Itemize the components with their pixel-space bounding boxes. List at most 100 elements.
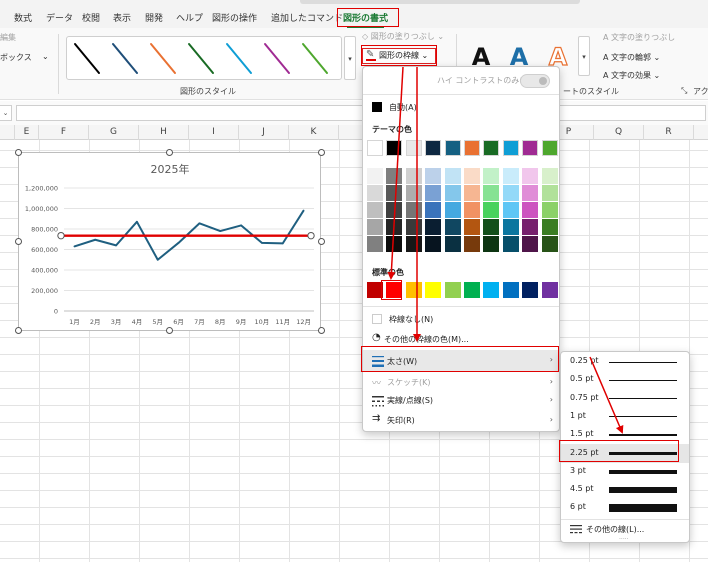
- style-preset-line[interactable]: [74, 43, 100, 74]
- theme-color-swatch[interactable]: [483, 168, 500, 184]
- theme-color-swatch[interactable]: [425, 185, 442, 201]
- text-fill-button[interactable]: A 文字の塗りつぶし: [603, 32, 675, 43]
- theme-color-swatch[interactable]: [425, 202, 442, 218]
- theme-color-swatch[interactable]: [502, 219, 519, 235]
- theme-color-swatch[interactable]: [502, 168, 519, 184]
- theme-color-swatch[interactable]: [483, 185, 500, 201]
- column-header-j[interactable]: J: [239, 125, 289, 140]
- line-endpoint-handle[interactable]: [307, 231, 315, 240]
- standard-color-swatch[interactable]: [425, 282, 442, 298]
- theme-color-swatch[interactable]: [444, 219, 461, 235]
- theme-color-swatch[interactable]: [405, 202, 422, 218]
- weight-option[interactable]: 0.5 pt: [561, 370, 689, 389]
- theme-color-swatch[interactable]: [464, 202, 480, 218]
- resize-handle[interactable]: [166, 327, 173, 334]
- tab-review[interactable]: 校閲: [82, 11, 100, 27]
- theme-color-swatch[interactable]: [522, 202, 539, 218]
- gallery-more-button[interactable]: ▾: [344, 36, 356, 80]
- theme-color-swatch[interactable]: [483, 236, 500, 252]
- theme-color-swatch[interactable]: [386, 185, 403, 201]
- theme-color-swatch[interactable]: [386, 202, 403, 218]
- dialog-launcher-icon[interactable]: ⤡: [681, 86, 687, 96]
- textbox-label[interactable]: ボックス: [0, 52, 32, 63]
- tab-data[interactable]: データ: [46, 11, 73, 27]
- theme-color-swatch[interactable]: [367, 202, 383, 218]
- resize-handle[interactable]: [318, 149, 325, 156]
- weight-option[interactable]: 1 pt: [561, 407, 689, 426]
- column-header-e[interactable]: E: [14, 125, 39, 140]
- theme-color-swatch[interactable]: [541, 140, 558, 156]
- theme-color-swatch[interactable]: [502, 202, 519, 218]
- tab-help[interactable]: ヘルプ: [176, 11, 203, 27]
- text-effect-button[interactable]: A 文字の効果 ⌄: [603, 70, 660, 81]
- tab-view[interactable]: 表示: [113, 11, 131, 27]
- theme-color-swatch[interactable]: [483, 202, 500, 218]
- resize-handle[interactable]: [15, 149, 22, 156]
- theme-color-swatch[interactable]: [405, 168, 422, 184]
- style-preset-line[interactable]: [112, 43, 138, 74]
- style-line-presets[interactable]: [67, 37, 343, 81]
- standard-color-swatch[interactable]: [541, 282, 558, 298]
- theme-color-swatch[interactable]: [444, 236, 461, 252]
- theme-color-swatch[interactable]: [464, 140, 480, 156]
- text-outline-button[interactable]: A 文字の輪郭 ⌄: [603, 52, 660, 63]
- edit-label[interactable]: 編集: [0, 32, 16, 43]
- column-header-k[interactable]: K: [289, 125, 339, 140]
- theme-color-swatch[interactable]: [444, 140, 461, 156]
- theme-color-swatch[interactable]: [425, 140, 442, 156]
- theme-color-swatch[interactable]: [464, 219, 480, 235]
- theme-color-swatch[interactable]: [405, 236, 422, 252]
- style-preset-line[interactable]: [226, 43, 252, 74]
- column-header-i[interactable]: I: [189, 125, 239, 140]
- column-header-h[interactable]: H: [139, 125, 189, 140]
- high-contrast-toggle[interactable]: [520, 74, 550, 88]
- theme-color-swatch[interactable]: [386, 140, 403, 156]
- theme-color-swatch[interactable]: [541, 219, 558, 235]
- column-header-q[interactable]: Q: [594, 125, 644, 140]
- theme-color-swatch[interactable]: [483, 140, 500, 156]
- menu-item-no-outline[interactable]: 枠線なし(N): [363, 313, 559, 327]
- tab-formulas[interactable]: 数式: [14, 11, 32, 27]
- theme-color-swatch[interactable]: [464, 236, 480, 252]
- theme-color-swatch[interactable]: [541, 185, 558, 201]
- weight-option[interactable]: 0.75 pt: [561, 389, 689, 408]
- resize-handle[interactable]: [15, 327, 22, 334]
- tab-developer[interactable]: 開発: [145, 11, 163, 27]
- resize-handle[interactable]: [166, 149, 173, 156]
- standard-color-swatch[interactable]: [444, 282, 461, 298]
- wordart-more-button[interactable]: ▾: [578, 36, 590, 76]
- theme-color-swatch[interactable]: [502, 140, 519, 156]
- resize-handle[interactable]: [15, 238, 22, 245]
- menu-item-more-colors[interactable]: ◔ その他の枠線の色(M)...: [363, 332, 559, 347]
- theme-color-swatch[interactable]: [425, 168, 442, 184]
- shape-fill-button[interactable]: ◇ 図形の塗りつぶし ⌄: [362, 31, 444, 42]
- column-header-r[interactable]: R: [644, 125, 694, 140]
- theme-color-swatch[interactable]: [386, 219, 403, 235]
- theme-color-swatch[interactable]: [522, 140, 539, 156]
- tab-shape-ops[interactable]: 図形の操作: [212, 11, 257, 27]
- standard-color-swatch[interactable]: [464, 282, 480, 298]
- style-preset-line[interactable]: [302, 43, 328, 74]
- standard-color-swatch[interactable]: [522, 282, 539, 298]
- style-preset-line[interactable]: [188, 43, 214, 74]
- theme-color-swatch[interactable]: [367, 168, 383, 184]
- tab-added-commands[interactable]: 追加したコマンド: [271, 11, 343, 27]
- theme-color-swatch[interactable]: [386, 168, 403, 184]
- theme-color-swatch[interactable]: [367, 219, 383, 235]
- theme-color-swatch[interactable]: [522, 219, 539, 235]
- theme-color-swatch[interactable]: [444, 202, 461, 218]
- theme-color-swatch[interactable]: [367, 236, 383, 252]
- theme-color-swatch[interactable]: [425, 236, 442, 252]
- theme-color-swatch[interactable]: [541, 236, 558, 252]
- theme-color-swatch[interactable]: [522, 236, 539, 252]
- weight-option[interactable]: 0.25 pt: [561, 352, 689, 371]
- theme-color-swatch[interactable]: [444, 168, 461, 184]
- theme-color-swatch[interactable]: [502, 236, 519, 252]
- chart-object[interactable]: 2025年 0 200,000 400,000 600,000 800,000 1,000,…: [18, 152, 321, 331]
- theme-color-swatch[interactable]: [367, 140, 383, 156]
- menu-item-arrows[interactable]: ⇉ 矢印(R) ›: [363, 413, 559, 429]
- resize-handle[interactable]: [318, 238, 325, 245]
- resize-handle[interactable]: [318, 327, 325, 334]
- theme-color-swatch[interactable]: [541, 202, 558, 218]
- standard-color-swatch[interactable]: [483, 282, 500, 298]
